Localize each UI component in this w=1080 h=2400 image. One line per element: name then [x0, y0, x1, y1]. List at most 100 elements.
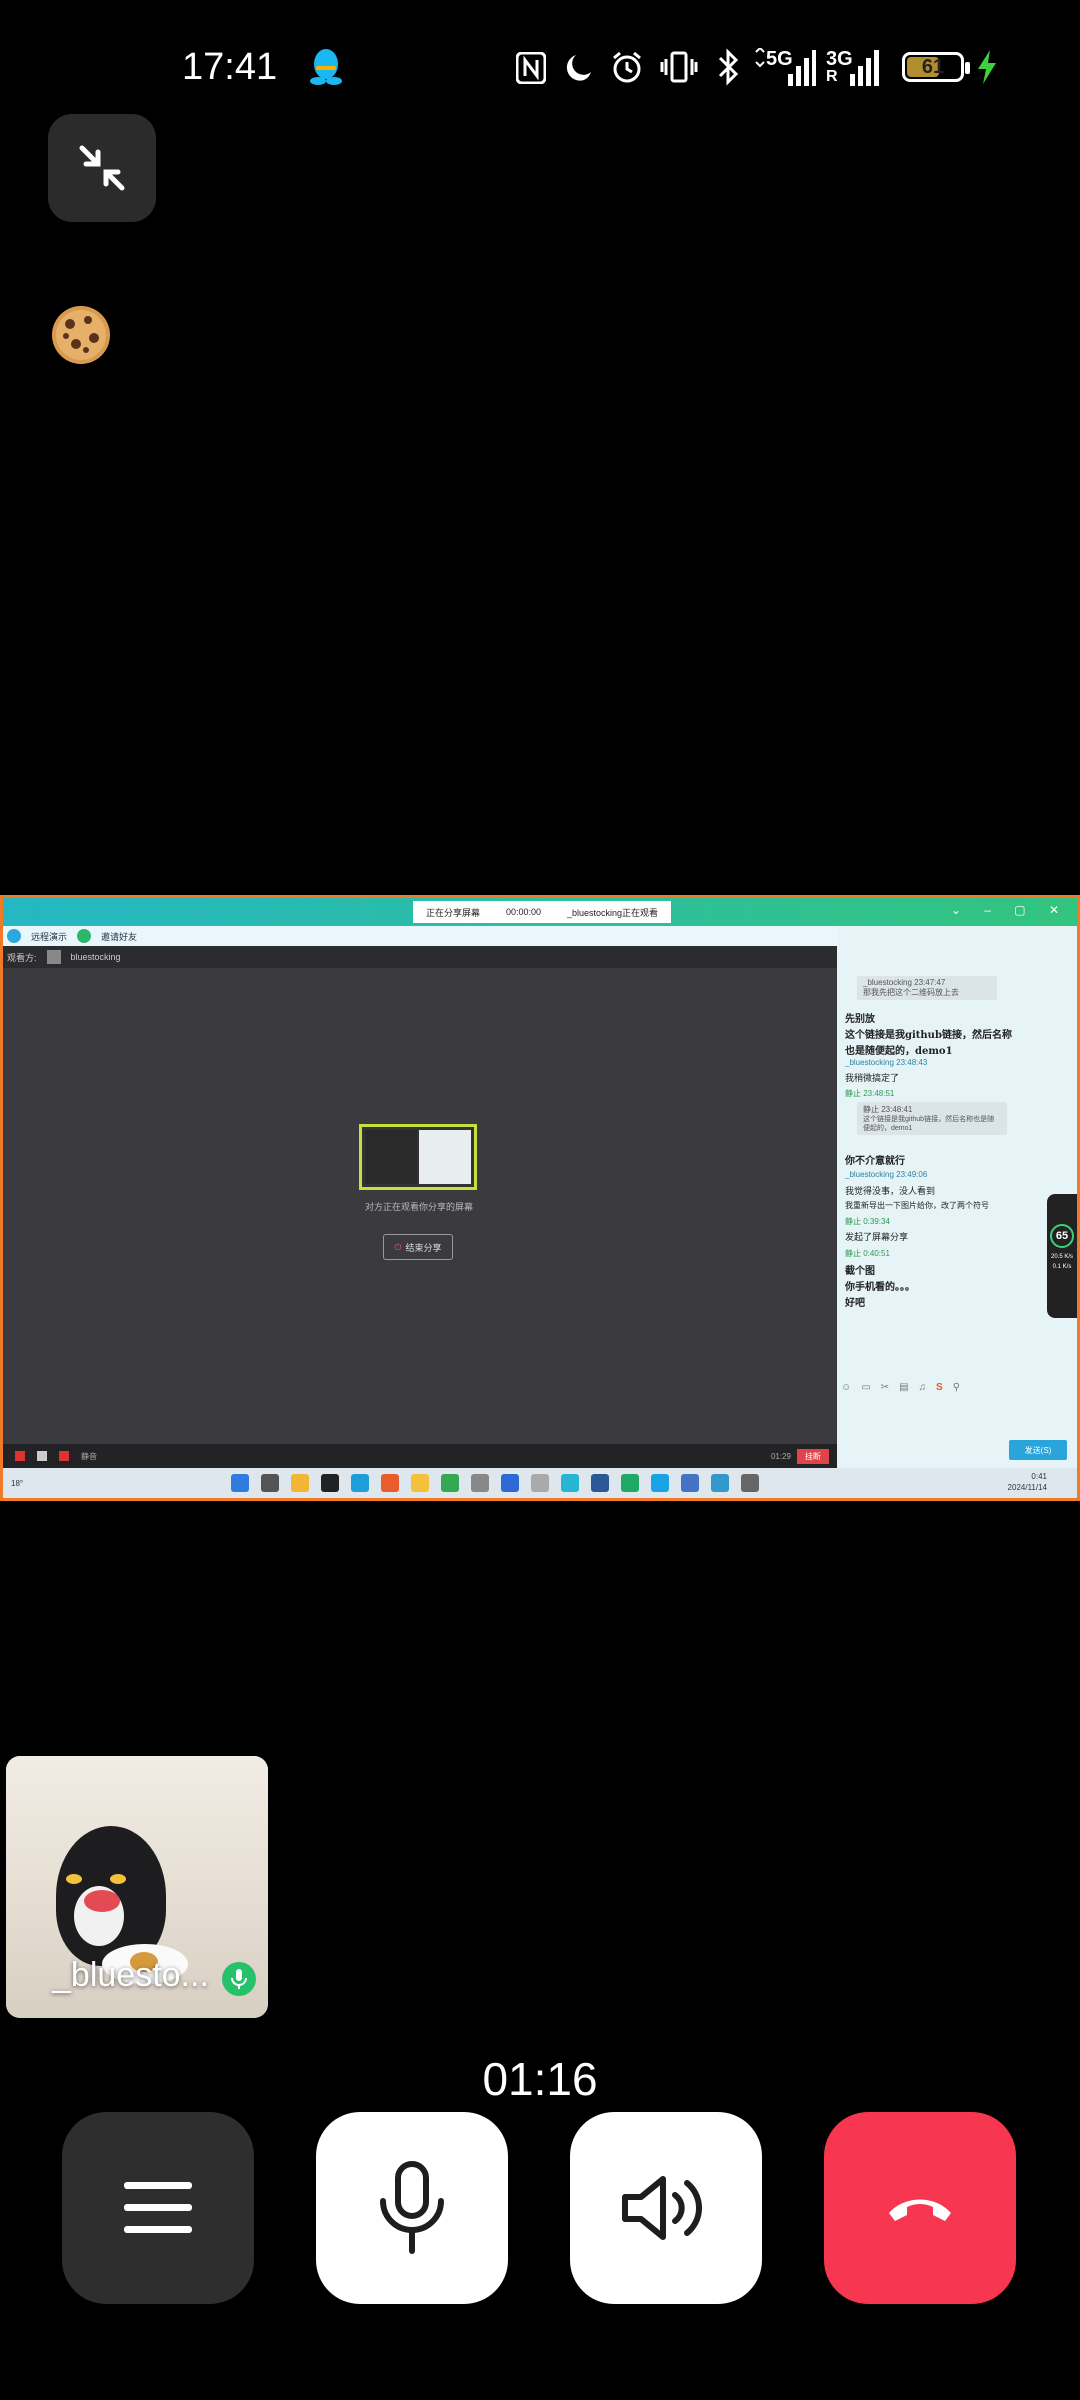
folder-icon: [411, 1474, 429, 1492]
battery-icon: 61: [902, 52, 970, 82]
qq-icon: [651, 1474, 669, 1492]
app-icon: [381, 1474, 399, 1492]
call-signal-time: 01:29: [770, 1451, 791, 1461]
taskbar-clock: 0:41 2024/11/14: [1008, 1471, 1047, 1493]
collapse-arrows-icon: [79, 145, 125, 191]
speaker-icon: [37, 1451, 47, 1461]
chat-message: 我重新导出一下图片给你，改了两个符号: [845, 1201, 989, 1210]
chat-message: 先别放: [845, 1014, 875, 1025]
chat-quote-text: 这个链接是我github链接，然后名称也是随便起的，demo1: [863, 1116, 995, 1132]
chat-message: 好吧: [845, 1298, 865, 1309]
app-icon: [501, 1474, 519, 1492]
taskbar-date: 2024/11/14: [1007, 1483, 1047, 1492]
app-icon: [321, 1474, 339, 1492]
cookie-icon[interactable]: [50, 304, 112, 366]
share-viewer-label: _bluestocking正在观看: [566, 907, 658, 918]
mute-label: 静音: [81, 1451, 97, 1461]
bluetooth-icon: [718, 48, 739, 86]
mic-small-icon: ⚲: [952, 1381, 961, 1393]
chat-message: 也是随便起的，demo1: [845, 1046, 953, 1057]
network-speed-widget: 65 20.5 K/s 0.1 K/s: [1047, 1194, 1077, 1318]
screen-thumbnail: [359, 1124, 477, 1190]
mic-muted-icon: [15, 1451, 25, 1461]
remote-demo-icon: [7, 929, 21, 943]
speaker-button[interactable]: [570, 2112, 762, 2304]
hangup-small-button: 挂断: [797, 1448, 829, 1464]
status-bar: 17:41 5G 3G R 61: [0, 0, 1080, 140]
speed-down: 0.1 K/s: [1052, 1264, 1072, 1270]
self-display-name: _bluesto...: [52, 1956, 209, 1994]
signal-3g-icon: 3G R: [826, 48, 890, 88]
phone-hangup-icon: [889, 2199, 951, 2221]
alarm-icon: [613, 51, 641, 83]
ime-icon: S: [936, 1381, 943, 1393]
taskbar-weather: 18°: [11, 1478, 24, 1488]
chat-quote-text: 那我先把这个二维码放上去: [863, 988, 959, 997]
send-button: 发送(S): [1009, 1440, 1067, 1460]
stop-share-button: ⏻ 结束分享: [383, 1234, 453, 1260]
remote-demo-label: 远程演示: [31, 931, 68, 942]
speed-value: 65: [1050, 1224, 1074, 1248]
call-timer: 01:16: [482, 2053, 598, 2105]
shared-screen-view[interactable]: 正在分享屏幕 00:00:00 _bluestocking正在观看 ⌄ – ▢ …: [0, 895, 1080, 1501]
viewers-label: 观看方:: [7, 952, 37, 963]
share-timer: 00:00:00: [505, 907, 541, 917]
chat-quote-header: 静止 23:48:41: [863, 1105, 913, 1114]
hamburger-icon: [124, 2182, 192, 2233]
shared-bottom-bar: 静音 01:29 挂断: [3, 1444, 837, 1468]
app-icon: [561, 1474, 579, 1492]
microphone-icon: [380, 2161, 444, 2254]
chat-message: 截个图: [845, 1266, 875, 1277]
chat-message: 你不介意就行: [845, 1156, 905, 1167]
stop-share-label: 结束分享: [405, 1242, 442, 1253]
chat-meta: _bluestocking 23:49:06: [845, 1170, 928, 1179]
chat-panel: _bluestocking 23:47:47 那我先把这个二维码放上去 先别放 …: [837, 926, 1077, 1468]
vibrate-icon: [660, 51, 698, 83]
chat-message: 这个链接是我github链接，然后名称: [845, 1030, 1012, 1041]
chat-meta: 静止 0:40:51: [845, 1249, 890, 1258]
viewer-avatar: [46, 950, 61, 964]
chat-message: 我觉得没事，没人看到: [845, 1186, 936, 1196]
hangup-button[interactable]: [824, 2112, 1016, 2304]
app-icon: [291, 1474, 309, 1492]
chat-quote: _bluestocking 23:47:47 那我先把这个二维码放上去: [857, 976, 997, 1000]
invite-icon: [77, 929, 92, 943]
speaker-icon: [622, 2176, 702, 2240]
charging-icon: [978, 50, 996, 84]
invite-label: 邀请好友: [101, 931, 138, 942]
folder-icon: ▤: [899, 1381, 909, 1393]
minimize-button[interactable]: [48, 114, 156, 222]
chat-message: 我稍微搞定了: [845, 1073, 900, 1083]
power-icon: ⏻: [394, 1241, 402, 1252]
sharing-hint-text: 对方正在观看你分享的屏幕: [364, 1202, 473, 1212]
taskbar-time: 0:41: [1031, 1472, 1047, 1481]
settings-icon: [741, 1474, 759, 1492]
app-icon: [621, 1474, 639, 1492]
viewer-name: bluestocking: [70, 952, 121, 962]
chat-meta: 静止 23:48:51: [845, 1089, 895, 1098]
menu-button[interactable]: [62, 2112, 254, 2304]
send-label: 发送(S): [1024, 1445, 1052, 1455]
taskbar-apps: [231, 1474, 759, 1492]
music-icon: ♫: [918, 1381, 927, 1393]
viewers-bar: 观看方: bluestocking: [3, 946, 837, 968]
shared-titlebar: 正在分享屏幕 00:00:00 _bluestocking正在观看 ⌄ – ▢ …: [3, 898, 1077, 926]
battery-level: 61: [921, 56, 945, 78]
speed-up: 20.5 K/s: [1050, 1254, 1073, 1260]
word-icon: [591, 1474, 609, 1492]
scissors-icon: ✂: [880, 1381, 890, 1393]
microphone-button[interactable]: [316, 2112, 508, 2304]
self-video-tile[interactable]: _bluesto...: [6, 1756, 268, 2018]
nfc-icon: [516, 52, 546, 84]
chat-toolbar: ☺ ▭ ✂ ▤ ♫ S ⚲: [841, 1378, 1073, 1396]
chat-quote: 静止 23:48:41 这个链接是我github链接，然后名称也是随便起的，de…: [857, 1102, 1007, 1135]
shared-toolbar: 远程演示 邀请好友: [3, 926, 837, 946]
gif-icon: ▭: [861, 1381, 871, 1393]
app-icon: [471, 1474, 489, 1492]
share-status-banner: 正在分享屏幕 00:00:00 _bluestocking正在观看: [413, 901, 671, 923]
chat-meta: 静止 0:39:34: [845, 1217, 890, 1226]
edge-icon: [351, 1474, 369, 1492]
app-icon: [681, 1474, 699, 1492]
moon-icon: [566, 55, 591, 81]
start-icon: [231, 1474, 249, 1492]
